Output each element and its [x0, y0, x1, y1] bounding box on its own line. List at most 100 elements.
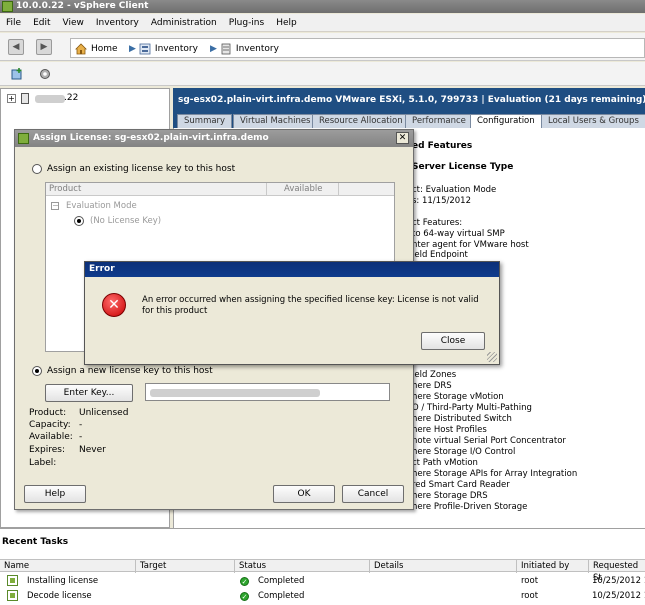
feature-item: ield Zones — [412, 370, 457, 380]
window-title: 10.0.0.22 - vSphere Client — [16, 1, 149, 11]
tab-configuration[interactable]: Configuration — [470, 114, 542, 128]
inventory-icon — [139, 43, 151, 54]
col-status[interactable]: Status — [235, 560, 370, 573]
tasks-header: Name Target Status Details Initiated by … — [0, 559, 645, 583]
breadcrumb-home[interactable]: Home — [75, 42, 118, 56]
error-x-icon: ✕ — [102, 293, 126, 317]
no-license-key-radio[interactable] — [74, 216, 84, 226]
existing-key-radio[interactable] — [32, 164, 42, 174]
host-header: sg-esx02.plain-virt.infra.demo VMware ES… — [173, 88, 645, 112]
tree-host-label[interactable]: .22 — [64, 93, 78, 103]
licensed-features-heading: ed Features — [412, 141, 473, 151]
task-requested: 10/25/2012 1 — [592, 576, 645, 586]
expires-line: s: 11/15/2012 — [412, 196, 471, 206]
tab-resource-allocation[interactable]: Resource Allocation — [312, 114, 410, 128]
menu-administration[interactable]: Administration — [145, 14, 223, 32]
task-name: Installing license — [27, 576, 99, 586]
task-initiated-by: root — [521, 591, 539, 601]
assign-license-title: Assign License: sg-esx02.plain-virt.infr… — [33, 133, 269, 143]
breadcrumb-inventory-1[interactable]: ▶ Inventory — [129, 42, 198, 56]
detail-available-value: - — [79, 432, 83, 442]
tab-performance[interactable]: Performance — [405, 114, 473, 128]
tab-summary[interactable]: Summary — [177, 114, 233, 128]
feature-item: O / Third-Party Multi-Pathing — [412, 403, 532, 413]
detail-product-label: Product: — [29, 408, 67, 418]
back-arrow-icon[interactable]: ◀ — [8, 39, 24, 55]
resize-grip-icon[interactable] — [487, 352, 497, 362]
feature-item: ct Path vMotion — [412, 458, 478, 468]
task-name: Decode license — [27, 591, 92, 601]
table-row[interactable]: Decode license ✓ Completed root 10/25/20… — [0, 589, 645, 603]
col-target[interactable]: Target — [136, 560, 235, 573]
ok-button[interactable]: OK — [273, 485, 335, 503]
feature-item: nter agent for VMware host — [412, 240, 529, 250]
host-server-icon — [21, 93, 29, 104]
add-host-icon[interactable] — [10, 67, 24, 81]
menu-view[interactable]: View — [57, 14, 90, 32]
assign-license-title-bar: Assign License: sg-esx02.plain-virt.infr… — [15, 130, 413, 147]
col-details[interactable]: Details — [370, 560, 517, 573]
breadcrumb-inventory-2[interactable]: ▶ Inventory — [210, 42, 279, 56]
new-key-label: Assign a new license key to this host — [47, 366, 213, 376]
new-key-radio[interactable] — [32, 366, 42, 376]
detail-expires-value: Never — [79, 445, 106, 455]
error-message: An error occurred when assigning the spe… — [142, 295, 479, 316]
col-requested-start[interactable]: Requested St — [589, 560, 645, 583]
detail-capacity-label: Capacity: — [29, 420, 71, 430]
navigation-bar: ◀ ▶ Home ▶ Inventory ▶ Inventory — [0, 33, 645, 61]
menu-file[interactable]: File — [0, 14, 27, 32]
breadcrumb-arrow-icon: ▶ — [129, 44, 136, 54]
menu-bar: File Edit View Inventory Administration Plug-… — [0, 14, 645, 32]
task-status: Completed — [258, 576, 305, 586]
table-row[interactable]: Installing license ✓ Completed root 10/2… — [0, 574, 645, 588]
feature-item: note virtual Serial Port Concentrator — [412, 436, 566, 446]
error-title: Error — [89, 264, 115, 274]
column-divider — [266, 183, 267, 196]
detail-available-label: Available: — [29, 432, 73, 442]
menu-inventory[interactable]: Inventory — [90, 14, 145, 32]
evaluation-mode-group: Evaluation Mode — [66, 201, 137, 211]
collapse-toggle-icon[interactable]: − — [51, 202, 59, 210]
address-bar: Home ▶ Inventory ▶ Inventory — [70, 38, 645, 58]
license-list-header: Product Available — [46, 183, 394, 196]
window-title-bar: 10.0.0.22 - vSphere Client — [0, 0, 645, 13]
close-icon[interactable]: ✕ — [396, 132, 409, 144]
completed-check-icon: ✓ — [240, 577, 249, 586]
settings-gear-icon[interactable] — [38, 67, 52, 81]
feature-item: to 64-way virtual SMP — [412, 229, 505, 239]
completed-check-icon: ✓ — [240, 592, 249, 601]
cancel-button[interactable]: Cancel — [342, 485, 404, 503]
detail-capacity-value: - — [79, 420, 83, 430]
feature-item: here DRS — [412, 381, 452, 391]
feature-item: here Distributed Switch — [412, 414, 512, 424]
close-button[interactable]: Close — [421, 332, 485, 350]
col-name[interactable]: Name — [0, 560, 136, 573]
feature-item: red Smart Card Reader — [412, 480, 510, 490]
menu-help[interactable]: Help — [270, 14, 303, 32]
menu-edit[interactable]: Edit — [27, 14, 56, 32]
server-license-type-heading: Server License Type — [412, 162, 514, 172]
tree-expand-toggle[interactable]: + — [7, 94, 16, 103]
no-license-key-label: (No License Key) — [90, 216, 162, 226]
features-line: ct Features: — [412, 218, 463, 228]
feature-item: here Storage vMotion — [412, 392, 504, 402]
tab-virtual-machines[interactable]: Virtual Machines — [233, 114, 318, 128]
tab-local-users-groups[interactable]: Local Users & Groups — [541, 114, 645, 128]
task-initiated-by: root — [521, 576, 539, 586]
enter-key-button[interactable]: Enter Key... — [45, 384, 133, 402]
col-product[interactable]: Product — [49, 183, 81, 196]
feature-item: here Profile-Driven Storage — [412, 502, 528, 512]
menu-plugins[interactable]: Plug-ins — [223, 14, 271, 32]
redacted-key-blur — [150, 389, 320, 397]
column-divider — [338, 183, 339, 196]
feature-item: here Host Profiles — [412, 425, 487, 435]
detail-product-value: Unlicensed — [79, 408, 129, 418]
col-initiated-by[interactable]: Initiated by — [517, 560, 589, 573]
help-button[interactable]: Help — [24, 485, 86, 503]
forward-arrow-icon[interactable]: ▶ — [36, 39, 52, 55]
feature-item: here Storage DRS — [412, 491, 488, 501]
host-tabs: Summary Virtual Machines Resource Alloca… — [173, 112, 645, 128]
col-available[interactable]: Available — [284, 183, 322, 196]
host-inventory-icon — [221, 43, 231, 54]
feature-item: here Storage I/O Control — [412, 447, 516, 457]
